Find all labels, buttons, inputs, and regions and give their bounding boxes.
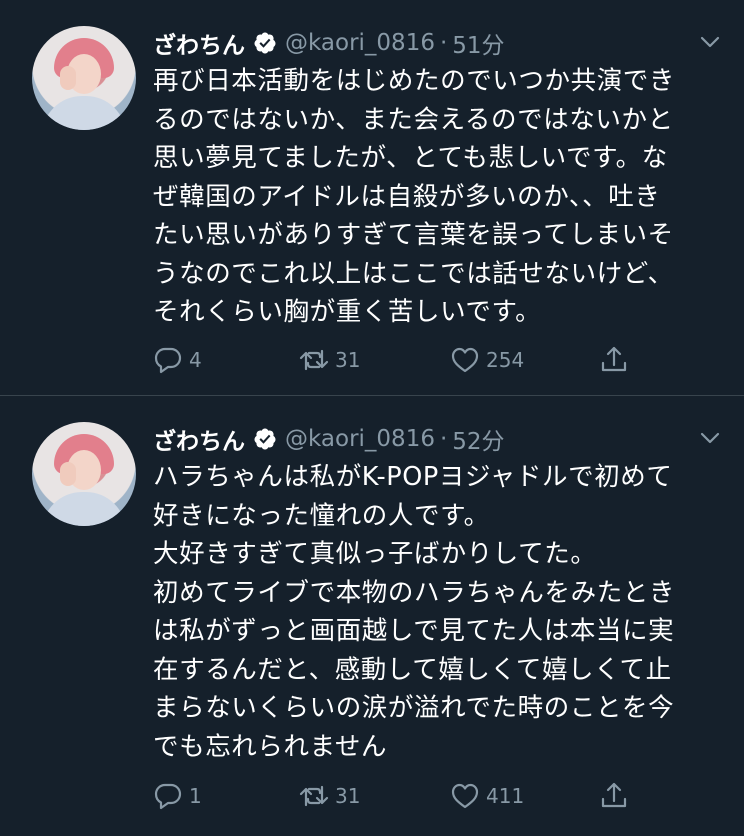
like-button[interactable]: 411 — [450, 778, 524, 814]
display-name[interactable]: ざわちん — [153, 26, 245, 60]
share-icon — [601, 346, 627, 372]
tweet-header: ざわちん @kaori_0816 · 52分 — [153, 422, 505, 456]
heart-icon — [451, 783, 479, 809]
retweet-count: 31 — [335, 784, 361, 808]
tweet-text-line: でも忘れられません — [153, 731, 388, 762]
reply-count: 4 — [189, 348, 202, 372]
tweet-text-line: 初めてライブで本物のハラちゃんをみたとき — [153, 577, 676, 608]
tweet-text-line: 思い夢見てましたが、とても悲しいです。な — [153, 143, 668, 173]
share-button[interactable] — [599, 342, 629, 378]
tweet-text-line: それくらい胸が重く苦しいです。 — [153, 297, 542, 327]
tweet-text: 再び日本活動をはじめたのでいつか共演でき るのではないか、また会えるのではないか… — [153, 62, 723, 332]
tweet-text-line: ハラちゃんは私がK-POPヨジャドルで初めて — [153, 462, 673, 492]
tweet[interactable]: ざわちん @kaori_0816 · 52分 ハラちゃんは私がK-POPヨジャド… — [0, 396, 744, 836]
reply-button[interactable]: 1 — [153, 778, 202, 814]
share-icon — [601, 782, 627, 808]
handle[interactable]: @kaori_0816 — [285, 426, 435, 452]
like-button[interactable]: 254 — [450, 342, 524, 378]
display-name[interactable]: ざわちん — [153, 422, 245, 456]
handle[interactable]: @kaori_0816 — [285, 30, 435, 56]
timestamp[interactable]: 51分 — [452, 26, 504, 60]
avatar[interactable] — [32, 26, 136, 130]
verified-badge-icon — [254, 32, 276, 54]
tweet-text-line: ぜ韓国のアイドルは自殺が多いのか、、吐き — [153, 181, 661, 212]
verified-badge-icon — [254, 428, 276, 450]
tweet-actions: 4 31 254 — [153, 342, 653, 378]
reply-icon — [154, 347, 182, 374]
tweet-header: ざわちん @kaori_0816 · 51分 — [153, 26, 505, 60]
retweet-count: 31 — [335, 348, 361, 372]
tweet-text-line: うなのでこれ以上はここでは話せないけど、 — [153, 258, 674, 289]
heart-icon — [451, 347, 479, 373]
tweet[interactable]: ざわちん @kaori_0816 · 51分 再び日本活動をはじめたのでいつか共… — [0, 0, 744, 395]
tweet-text: ハラちゃんは私がK-POPヨジャドルで初めて 好きになった憧れの人です。 大好き… — [153, 458, 723, 766]
reply-icon — [154, 783, 182, 810]
avatar-shirt — [42, 492, 126, 526]
chevron-down-icon[interactable] — [698, 428, 722, 448]
retweet-icon — [299, 349, 329, 371]
avatar-shirt — [42, 96, 126, 130]
retweet-icon — [299, 785, 329, 807]
avatar-hand — [60, 66, 76, 90]
retweet-button[interactable]: 31 — [299, 778, 360, 814]
share-button[interactable] — [599, 778, 629, 814]
separator: · — [439, 426, 448, 452]
avatar[interactable] — [32, 422, 136, 526]
chevron-down-icon[interactable] — [698, 32, 722, 52]
tweet-text-line: るのではないか、また会えるのではないかと — [153, 104, 674, 135]
reply-count: 1 — [189, 784, 202, 808]
tweet-actions: 1 31 411 — [153, 778, 653, 814]
tweet-text-line: 在するんだと、感動して嬉しくて嬉しくて止 — [153, 654, 672, 685]
like-count: 411 — [486, 784, 525, 808]
timestamp[interactable]: 52分 — [452, 422, 504, 456]
reply-button[interactable]: 4 — [153, 342, 202, 378]
tweet-text-line: 再び日本活動をはじめたのでいつか共演でき — [153, 66, 676, 96]
tweet-text-line: は私がずっと画面越しで見てた人は本当に実 — [153, 616, 675, 646]
tweet-text-line: 好きになった憧れの人です。 — [153, 500, 490, 531]
separator: · — [439, 30, 448, 56]
tweet-text-line: まらないくらいの涙が溢れでた時のことを今 — [153, 693, 675, 723]
tweet-text-line: 大好きすぎて真似っ子ばかりしてた。 — [153, 539, 597, 569]
retweet-button[interactable]: 31 — [299, 342, 360, 378]
like-count: 254 — [486, 348, 525, 372]
tweet-text-line: たい思いがありすぎて言葉を誤ってしまいそ — [153, 220, 674, 250]
avatar-hand — [60, 462, 76, 486]
